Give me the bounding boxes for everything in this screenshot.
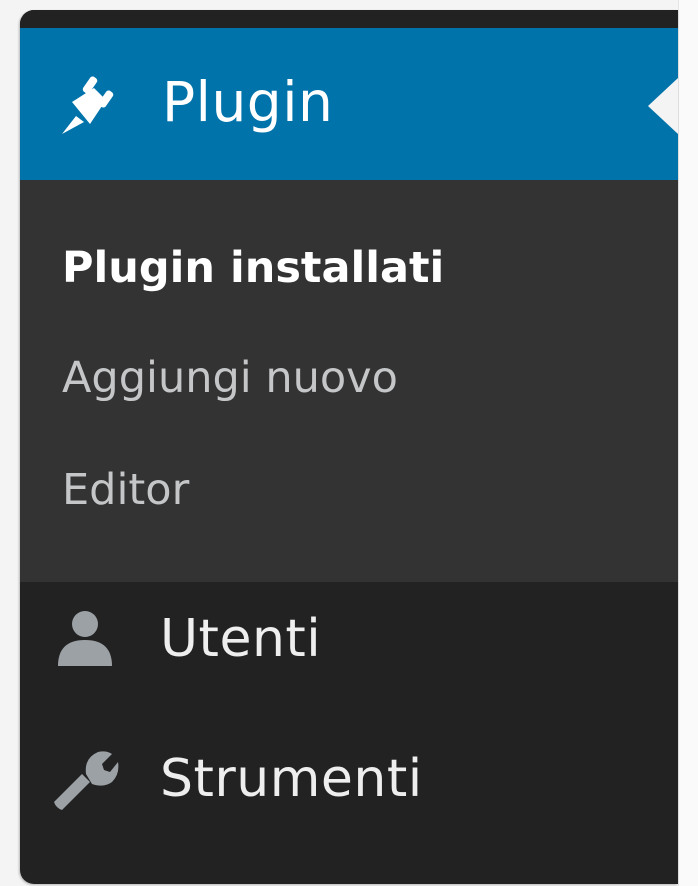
plugin-submenu: Plugin installati Aggiungi nuovo Editor bbox=[20, 180, 678, 582]
content-area-edge bbox=[678, 0, 698, 886]
menu-item-users[interactable]: Utenti bbox=[20, 582, 678, 692]
wrench-icon bbox=[50, 744, 120, 814]
plug-icon bbox=[52, 70, 120, 138]
admin-sidebar-menu: Plugin Plugin installati Aggiungi nuovo … bbox=[20, 10, 678, 884]
menu-item-plugin-label: Plugin bbox=[162, 70, 334, 134]
menu-item-tools-label: Strumenti bbox=[160, 749, 423, 809]
submenu-item-editor[interactable]: Editor bbox=[62, 460, 189, 520]
current-menu-arrow bbox=[648, 78, 678, 134]
user-icon bbox=[50, 604, 120, 674]
submenu-item-add-new[interactable]: Aggiungi nuovo bbox=[62, 348, 398, 408]
menu-item-plugin[interactable]: Plugin bbox=[20, 28, 678, 180]
submenu-item-installed-plugins[interactable]: Plugin installati bbox=[62, 238, 444, 298]
menu-top-spacer bbox=[20, 10, 678, 28]
menu-item-users-label: Utenti bbox=[160, 609, 322, 669]
menu-item-tools[interactable]: Strumenti bbox=[20, 722, 678, 832]
